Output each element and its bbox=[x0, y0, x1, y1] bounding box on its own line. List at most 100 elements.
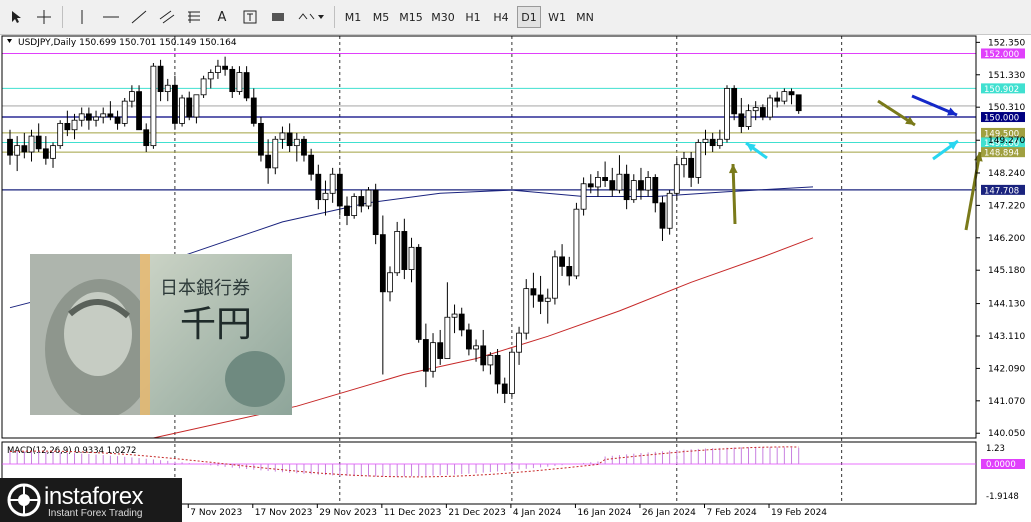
timeframe-m30[interactable]: M30 bbox=[429, 6, 457, 28]
x-tick-label: 21 Dec 2023 bbox=[448, 508, 506, 518]
candle-body bbox=[552, 256, 558, 299]
level-label: 150.902 bbox=[984, 85, 1019, 95]
candle-body bbox=[415, 246, 422, 340]
candle-body bbox=[702, 138, 709, 143]
candle-body bbox=[587, 183, 594, 188]
candle-body bbox=[121, 100, 128, 124]
candle-body bbox=[150, 65, 157, 147]
candle-body bbox=[724, 88, 730, 140]
candle-body bbox=[186, 97, 193, 118]
fibonacci-tool-icon[interactable] bbox=[183, 6, 205, 28]
candle-body bbox=[609, 180, 616, 191]
candle-body bbox=[595, 177, 601, 188]
candle-body bbox=[193, 94, 200, 118]
level-label: 147.708 bbox=[984, 186, 1019, 196]
timeframe-d1[interactable]: D1 bbox=[517, 6, 541, 28]
crosshair-tool-icon[interactable] bbox=[34, 6, 54, 28]
y-tick-label: 140.050 bbox=[988, 429, 1025, 439]
candle-body bbox=[35, 135, 42, 150]
candle-body bbox=[250, 97, 257, 124]
candle-body bbox=[638, 180, 644, 191]
macd-tick-label: 0.0000 bbox=[986, 460, 1016, 470]
trendline-tool-icon[interactable] bbox=[128, 6, 150, 28]
candle-body bbox=[7, 138, 13, 156]
x-tick-label: 11 Dec 2023 bbox=[384, 508, 442, 518]
candle-body bbox=[128, 91, 135, 102]
x-tick-label: 17 Nov 2023 bbox=[255, 508, 313, 518]
up-arrow-olive-right bbox=[964, 151, 982, 231]
timeframe-h1[interactable]: H1 bbox=[461, 6, 485, 28]
x-tick-label: 7 Nov 2023 bbox=[190, 508, 242, 518]
candle-body bbox=[265, 154, 272, 169]
candle-body bbox=[616, 173, 623, 191]
candle-body bbox=[645, 177, 652, 191]
candle-body bbox=[229, 68, 236, 93]
candle-body bbox=[437, 342, 444, 359]
x-tick-label: 4 Jan 2024 bbox=[513, 508, 561, 518]
timeframe-m5[interactable]: M5 bbox=[369, 6, 393, 28]
candle-body bbox=[566, 265, 573, 277]
candle-body bbox=[322, 192, 329, 201]
candle-body bbox=[759, 107, 766, 118]
candle-body bbox=[767, 97, 773, 118]
y-tick-label: 146.200 bbox=[988, 234, 1025, 244]
candle-body bbox=[544, 297, 551, 302]
candle-body bbox=[580, 183, 587, 210]
instaforex-logo: instaforex Instant Forex Trading bbox=[0, 478, 182, 522]
candle-body bbox=[50, 145, 56, 159]
timeframe-w1[interactable]: W1 bbox=[545, 6, 569, 28]
candle-body bbox=[408, 246, 415, 270]
macd-tick-label: -1.9148 bbox=[986, 492, 1019, 502]
candle-body bbox=[100, 113, 107, 118]
candle-body bbox=[308, 154, 315, 175]
horizontal-line-tool-icon[interactable] bbox=[100, 6, 122, 28]
candle-body bbox=[501, 383, 508, 394]
candle-body bbox=[709, 138, 716, 147]
candle-body bbox=[365, 189, 372, 207]
candle-body bbox=[473, 345, 479, 350]
x-tick-label: 19 Feb 2024 bbox=[771, 508, 827, 518]
candle-body bbox=[222, 65, 229, 70]
timeframe-m1[interactable]: M1 bbox=[341, 6, 365, 28]
candle-body bbox=[508, 351, 515, 394]
candle-body bbox=[795, 94, 802, 112]
candle-body bbox=[681, 157, 687, 166]
y-tick-label: 147.220 bbox=[988, 201, 1025, 211]
candle-body bbox=[523, 288, 530, 334]
candle-body bbox=[781, 91, 788, 102]
candle-body bbox=[444, 316, 451, 359]
up-arrow-olive bbox=[731, 163, 737, 225]
up-arrow-olive-head bbox=[728, 164, 738, 174]
y-tick-label: 144.130 bbox=[988, 300, 1025, 310]
label-tool-icon[interactable] bbox=[240, 6, 260, 28]
timeframe-m15[interactable]: M15 bbox=[397, 6, 425, 28]
vertical-line-tool-icon[interactable] bbox=[74, 6, 90, 28]
level-label: 152.000 bbox=[984, 50, 1019, 60]
timeframe-h4[interactable]: H4 bbox=[489, 6, 513, 28]
timeframe-mn[interactable]: MN bbox=[573, 6, 597, 28]
candle-body bbox=[293, 138, 300, 147]
candle-body bbox=[372, 189, 379, 236]
y-tick-label: 143.110 bbox=[988, 332, 1025, 342]
candle-body bbox=[465, 329, 472, 350]
channel-tool-icon[interactable] bbox=[156, 6, 178, 28]
shapes-tool-icon[interactable] bbox=[268, 6, 288, 28]
candle-body bbox=[422, 339, 429, 372]
candle-body bbox=[243, 72, 250, 99]
dropdown-icon[interactable] bbox=[7, 39, 12, 43]
y-tick-label: 151.330 bbox=[988, 71, 1025, 81]
candle-body bbox=[387, 272, 393, 293]
text-tool-icon[interactable]: A bbox=[212, 6, 232, 28]
candle-body bbox=[107, 113, 114, 118]
cursor-tool-icon[interactable] bbox=[8, 6, 26, 28]
candle-body bbox=[673, 164, 680, 194]
candle-body bbox=[179, 97, 185, 124]
candle-body bbox=[114, 116, 121, 124]
candle-body bbox=[286, 132, 293, 147]
arrows-tool-icon[interactable] bbox=[296, 6, 326, 28]
candle-body bbox=[78, 113, 85, 121]
candle-body bbox=[738, 113, 745, 127]
candle-body bbox=[164, 84, 171, 93]
candle-body bbox=[143, 129, 150, 147]
candle-body bbox=[136, 91, 142, 131]
